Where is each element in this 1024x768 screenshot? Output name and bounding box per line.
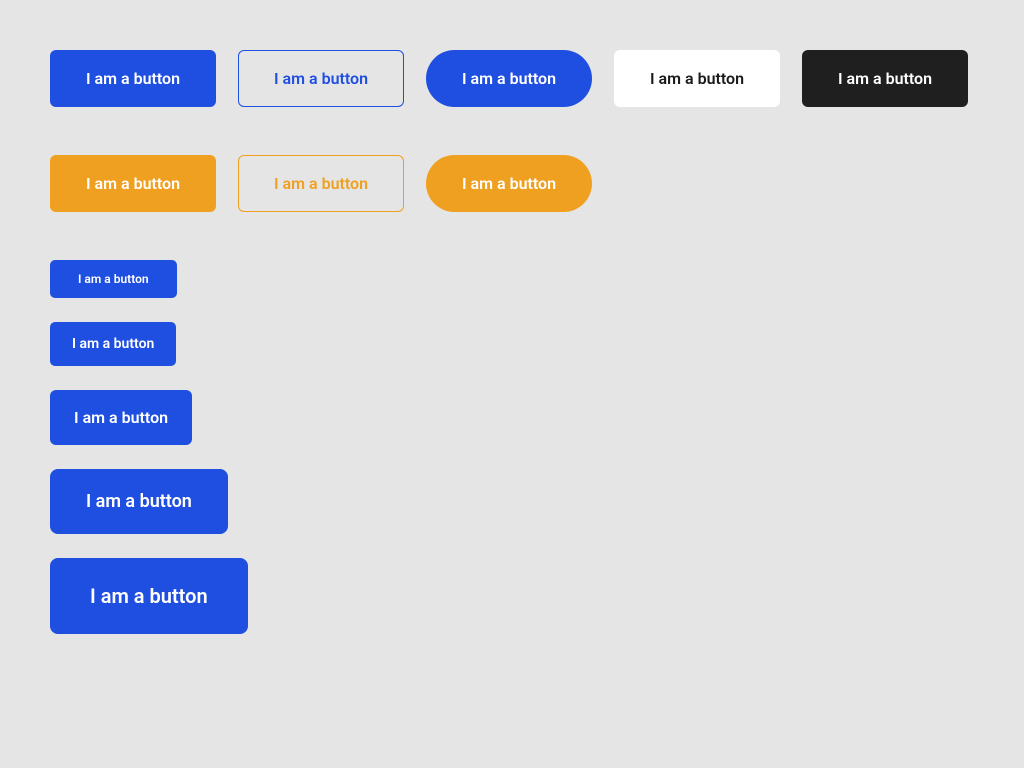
button-blue-filled[interactable]: I am a button (50, 50, 216, 107)
button-size-md[interactable]: I am a button (50, 390, 192, 445)
button-blue-pill[interactable]: I am a button (426, 50, 592, 107)
button-dark[interactable]: I am a button (802, 50, 968, 107)
button-size-xl[interactable]: I am a button (50, 558, 248, 634)
size-column: I am a button I am a button I am a butto… (50, 260, 974, 634)
button-orange-pill[interactable]: I am a button (426, 155, 592, 212)
variant-row-orange: I am a button I am a button I am a butto… (50, 155, 974, 212)
button-blue-outline[interactable]: I am a button (238, 50, 404, 107)
variant-row-blue: I am a button I am a button I am a butto… (50, 50, 974, 107)
button-orange-outline[interactable]: I am a button (238, 155, 404, 212)
button-orange-filled[interactable]: I am a button (50, 155, 216, 212)
button-white[interactable]: I am a button (614, 50, 780, 107)
button-size-sm[interactable]: I am a button (50, 322, 176, 366)
button-size-lg[interactable]: I am a button (50, 469, 228, 534)
button-size-xs[interactable]: I am a button (50, 260, 177, 298)
